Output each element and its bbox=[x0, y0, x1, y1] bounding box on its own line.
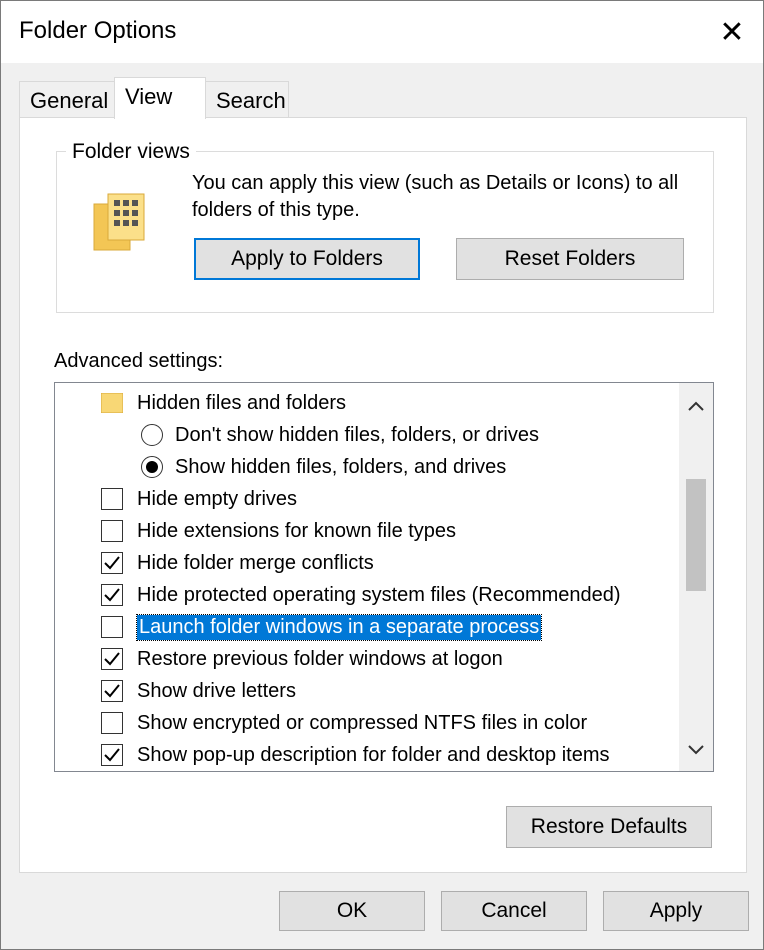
checkmark-icon bbox=[104, 748, 120, 762]
vertical-scrollbar[interactable] bbox=[679, 383, 713, 771]
checkmark-icon bbox=[104, 652, 120, 666]
checkbox-checked[interactable] bbox=[101, 584, 123, 606]
folder-options-dialog: Folder Options ✕ General View Search Fol… bbox=[0, 0, 764, 950]
list-item-label: Show drive letters bbox=[137, 679, 296, 702]
list-item-label: Hide protected operating system files (R… bbox=[137, 583, 621, 606]
close-button[interactable]: ✕ bbox=[701, 1, 763, 63]
radio-button-selected[interactable] bbox=[141, 456, 163, 478]
checkbox-checked[interactable] bbox=[101, 680, 123, 702]
tab-view[interactable]: View bbox=[114, 77, 206, 119]
view-tab-panel: Folder views You can apply this view (su… bbox=[19, 117, 747, 873]
list-item[interactable]: Show hidden files, folders, and drives bbox=[55, 451, 675, 483]
tab-search[interactable]: Search bbox=[205, 81, 289, 117]
folder-views-description: You can apply this view (such as Details… bbox=[192, 172, 679, 221]
list-item-label: Hide empty drives bbox=[137, 487, 298, 510]
window-title: Folder Options bbox=[19, 17, 177, 44]
list-item-label: Restore previous folder windows at logon bbox=[137, 647, 503, 670]
scroll-up-button[interactable] bbox=[679, 389, 713, 423]
ok-label: OK bbox=[336, 899, 368, 922]
list-item-label: Show hidden files, folders, and drives bbox=[175, 455, 507, 478]
tab-view-label: View bbox=[125, 84, 173, 109]
checkbox-checked[interactable] bbox=[101, 552, 123, 574]
close-icon: ✕ bbox=[719, 15, 745, 49]
list-item[interactable]: Don't show hidden files, folders, or dri… bbox=[55, 419, 675, 451]
list-item[interactable]: Show encrypted or compressed NTFS files … bbox=[55, 707, 675, 739]
checkbox[interactable] bbox=[101, 712, 123, 734]
list-item-label: Launch folder windows in a separate proc… bbox=[135, 613, 543, 641]
cancel-button[interactable]: Cancel bbox=[441, 891, 587, 931]
checkbox[interactable] bbox=[101, 520, 123, 542]
ok-button[interactable]: OK bbox=[279, 891, 425, 931]
tab-search-label: Search bbox=[216, 88, 286, 113]
checkmark-icon bbox=[104, 556, 120, 570]
apply-label: Apply bbox=[649, 899, 703, 922]
checkbox-checked[interactable] bbox=[101, 744, 123, 766]
checkmark-icon bbox=[104, 684, 120, 698]
folder-icon bbox=[101, 393, 123, 413]
reset-folders-label: Reset Folders bbox=[504, 247, 636, 270]
radio-dot-icon bbox=[146, 461, 158, 473]
apply-button[interactable]: Apply bbox=[603, 891, 749, 931]
list-item: Hidden files and folders bbox=[55, 387, 675, 419]
checkmark-icon bbox=[104, 588, 120, 602]
list-item-label: Hide extensions for known file types bbox=[137, 519, 457, 542]
list-item[interactable]: Restore previous folder windows at logon bbox=[55, 643, 675, 675]
advanced-settings-list[interactable]: Hidden files and folders Don't show hidde… bbox=[54, 382, 714, 772]
list-item[interactable]: Hide empty drives bbox=[55, 483, 675, 515]
radio-button[interactable] bbox=[141, 424, 163, 446]
list-item[interactable]: Hide extensions for known file types bbox=[55, 515, 675, 547]
restore-defaults-button[interactable]: Restore Defaults bbox=[506, 806, 712, 848]
cancel-label: Cancel bbox=[481, 899, 547, 922]
apply-to-folders-label: Apply to Folders bbox=[231, 247, 383, 270]
list-item[interactable]: Show drive letters bbox=[55, 675, 675, 707]
list-item-label: Show pop-up description for folder and d… bbox=[137, 743, 610, 766]
list-item-label: Hidden files and folders bbox=[137, 391, 347, 414]
tab-general[interactable]: General bbox=[19, 81, 115, 117]
scroll-down-button[interactable] bbox=[679, 733, 713, 767]
title-bar: Folder Options ✕ bbox=[1, 1, 763, 63]
chevron-up-icon bbox=[688, 401, 704, 411]
list-item-label: Show encrypted or compressed NTFS files … bbox=[137, 711, 588, 734]
scroll-thumb[interactable] bbox=[686, 479, 706, 591]
checkbox-checked[interactable] bbox=[101, 648, 123, 670]
checkbox[interactable] bbox=[101, 616, 123, 638]
list-item[interactable]: Hide protected operating system files (R… bbox=[55, 579, 675, 611]
list-item[interactable]: Hide folder merge conflicts bbox=[55, 547, 675, 579]
list-item[interactable]: Show pop-up description for folder and d… bbox=[55, 739, 675, 771]
checkbox[interactable] bbox=[101, 488, 123, 510]
tab-general-label: General bbox=[30, 88, 109, 113]
list-item[interactable]: Launch folder windows in a separate proc… bbox=[55, 611, 675, 643]
folder-views-icon bbox=[93, 193, 145, 251]
advanced-settings-label: Advanced settings: bbox=[54, 350, 223, 372]
restore-defaults-label: Restore Defaults bbox=[530, 815, 688, 838]
reset-folders-button[interactable]: Reset Folders bbox=[456, 238, 684, 280]
apply-to-folders-button[interactable]: Apply to Folders bbox=[194, 238, 420, 280]
list-item-label: Hide folder merge conflicts bbox=[137, 551, 374, 574]
chevron-down-icon bbox=[688, 745, 704, 755]
list-item-label: Don't show hidden files, folders, or dri… bbox=[175, 423, 539, 446]
folder-views-label: Folder views bbox=[66, 140, 196, 164]
